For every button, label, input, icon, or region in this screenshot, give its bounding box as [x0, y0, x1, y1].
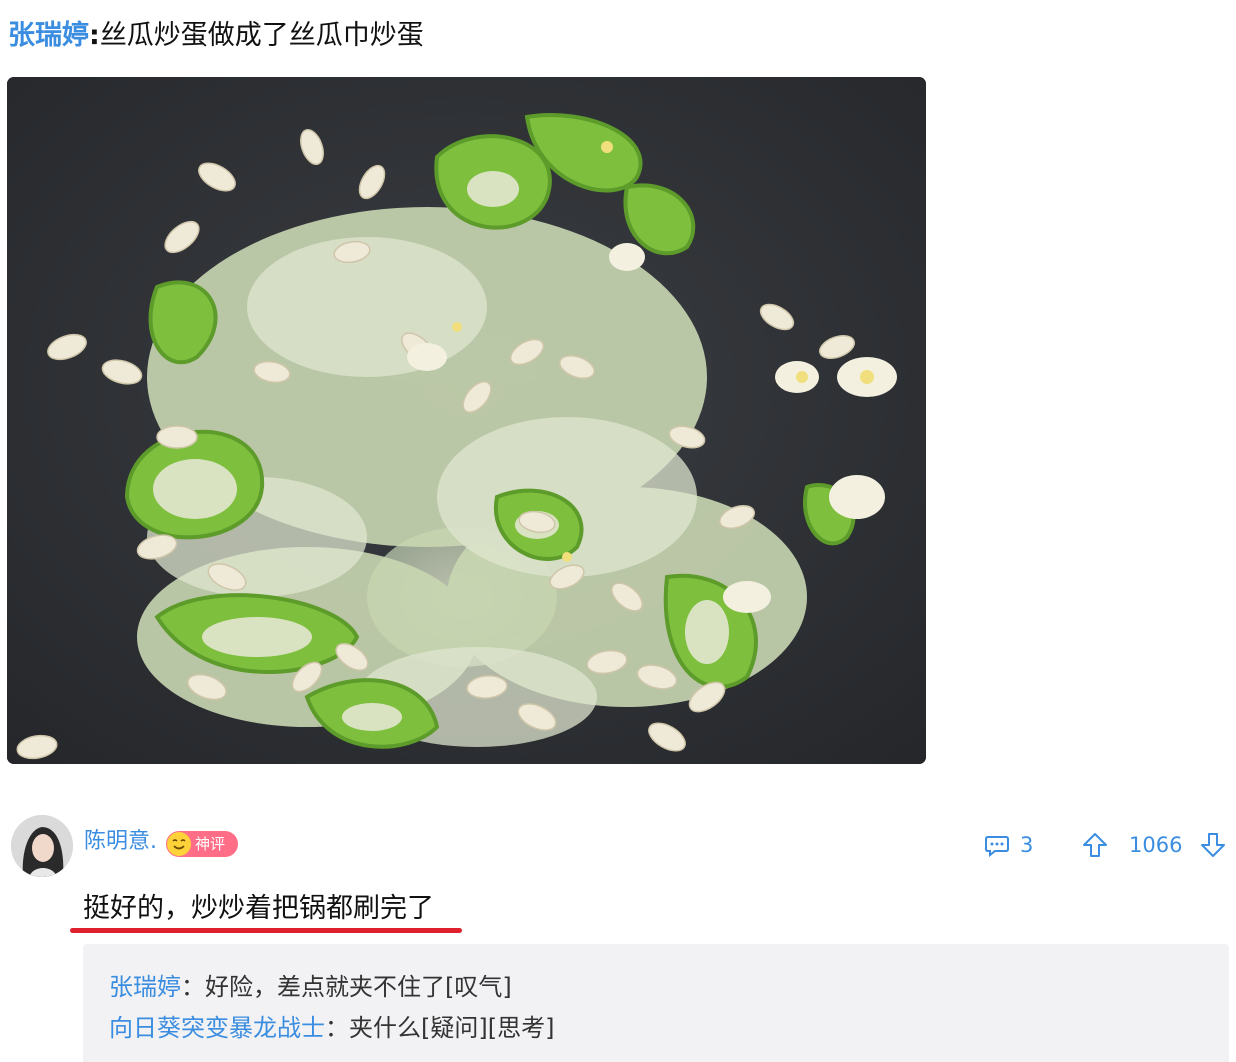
post-text: 丝瓜炒蛋做成了丝瓜巾炒蛋 — [99, 20, 424, 51]
hot-comment: 陈明意. 神评 3 1066 挺好的，炒炒着把锅都刷完了 张瑞婷：好险，差点就夹… — [0, 810, 1236, 1062]
upvote-button[interactable]: 1066 — [1082, 830, 1192, 860]
reply-author[interactable]: 向日葵突变暴龙战士 — [109, 1014, 325, 1042]
badge-label: 神评 — [195, 835, 226, 853]
reply-item[interactable]: 向日葵突变暴龙战士：夹什么[疑问][思考] — [109, 1011, 554, 1045]
avatar-portrait-icon — [11, 815, 73, 877]
reply-count: 3 — [1020, 833, 1034, 857]
highlight-underline — [70, 928, 462, 933]
reply-text: 夹什么[疑问][思考] — [349, 1014, 555, 1042]
post-separator: : — [89, 20, 100, 51]
reply-separator: ： — [181, 973, 205, 1001]
god-comment-badge: 神评 — [166, 831, 238, 857]
upvote-count: 1066 — [1129, 833, 1183, 857]
avatar[interactable] — [11, 815, 73, 877]
smile-face-icon — [167, 832, 191, 856]
reply-separator: ： — [325, 1014, 349, 1042]
food-photo-illustration — [7, 77, 926, 764]
post-photo[interactable] — [7, 77, 926, 764]
upvote-arrow-icon — [1083, 833, 1107, 857]
reply-count-button[interactable]: 3 — [984, 830, 1044, 860]
reply-preview-box[interactable]: 张瑞婷：好险，差点就夹不住了[叹气] 向日葵突变暴龙战士：夹什么[疑问][思考] — [83, 944, 1229, 1062]
comment-bubble-icon — [985, 836, 1009, 858]
downvote-arrow-icon — [1201, 833, 1225, 857]
commenter-name[interactable]: 陈明意. — [84, 827, 157, 857]
post-header: 张瑞婷:丝瓜炒蛋做成了丝瓜巾炒蛋 — [8, 14, 424, 58]
reply-author[interactable]: 张瑞婷 — [109, 973, 181, 1001]
reply-item[interactable]: 张瑞婷：好险，差点就夹不住了[叹气] — [109, 970, 512, 1004]
downvote-button[interactable] — [1200, 830, 1230, 860]
comment-text: 挺好的，炒炒着把锅都刷完了 — [83, 893, 434, 924]
reply-text: 好险，差点就夹不住了[叹气] — [205, 973, 512, 1001]
post-author-link[interactable]: 张瑞婷 — [8, 20, 89, 51]
